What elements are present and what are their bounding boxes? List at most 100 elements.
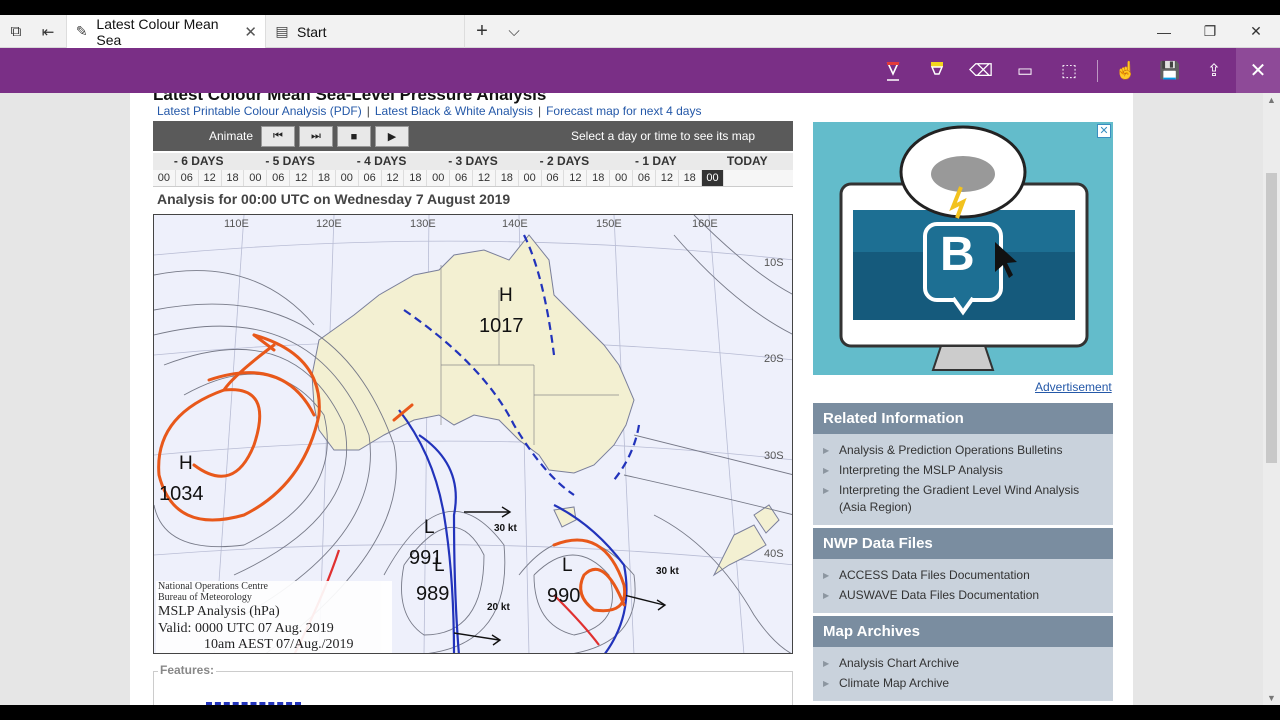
hour-option[interactable]: 12 — [656, 170, 679, 186]
hour-option[interactable]: 12 — [564, 170, 588, 186]
nwp-data-files-panel: NWP Data Files ACCESS Data Files Documen… — [813, 528, 1113, 613]
tab-latest-colour[interactable]: ✎ Latest Colour Mean Sea ✕ — [66, 15, 266, 48]
forecast-map-link[interactable]: Forecast map for next 4 days — [546, 104, 701, 118]
hour-option[interactable]: 00 — [427, 170, 451, 186]
printable-analysis-link[interactable]: Latest Printable Colour Analysis (PDF) — [157, 104, 362, 118]
clip-icon[interactable]: ⬚ — [1047, 48, 1091, 93]
tab-list-button[interactable]: ⌵ — [498, 15, 530, 48]
day-option[interactable]: - 5 DAYS — [244, 153, 335, 170]
panel-header: NWP Data Files — [813, 528, 1113, 559]
new-tab-button[interactable]: + — [466, 15, 498, 48]
restore-button[interactable]: ❐ — [1187, 15, 1233, 48]
save-icon[interactable]: 💾 — [1148, 48, 1192, 93]
tab-start[interactable]: ▤ Start — [267, 15, 465, 48]
start-page-icon: ▤ — [275, 23, 289, 39]
analysis-title: Analysis for 00:00 UTC on Wednesday 7 Au… — [157, 191, 511, 207]
hour-option[interactable]: 00 — [519, 170, 542, 186]
map-archives-panel: Map Archives Analysis Chart Archive Clim… — [813, 616, 1113, 701]
animation-bar: Animate ⏮ ⏭ ■ ▶ Select a day or time to … — [153, 121, 793, 151]
hour-option[interactable]: 18 — [313, 170, 336, 186]
hour-option[interactable]: 06 — [542, 170, 565, 186]
list-item[interactable]: Climate Map Archive — [823, 675, 1103, 692]
longitude-label: 150E — [596, 218, 622, 230]
hour-option[interactable]: 06 — [450, 170, 474, 186]
hour-option[interactable]: 18 — [222, 170, 245, 186]
longitude-label: 110E — [224, 218, 249, 230]
list-item[interactable]: ACCESS Data Files Documentation — [823, 567, 1103, 584]
list-item[interactable]: Analysis & Prediction Operations Bulleti… — [823, 442, 1103, 459]
list-item[interactable]: AUSWAVE Data Files Documentation — [823, 587, 1103, 604]
latitude-label: 10S — [764, 257, 784, 269]
hour-option[interactable]: 12 — [382, 170, 405, 186]
caption-product: MSLP Analysis (hPa) — [158, 604, 280, 619]
touch-writing-icon[interactable]: ☝ — [1104, 48, 1148, 93]
day-option[interactable]: - 6 DAYS — [153, 153, 244, 170]
exit-ink-button[interactable]: ✕ — [1236, 48, 1280, 93]
close-window-button[interactable]: ✕ — [1233, 15, 1279, 48]
hour-option[interactable]: 06 — [267, 170, 291, 186]
hour-option[interactable]: 18 — [587, 170, 611, 186]
hour-option[interactable]: 06 — [359, 170, 382, 186]
black-white-analysis-link[interactable]: Latest Black & White Analysis — [375, 104, 533, 118]
hour-option[interactable]: 06 — [633, 170, 656, 186]
mslp-map[interactable]: 110E 120E 130E 140E 150E 160E 10S 20S 30… — [153, 214, 793, 654]
high-pressure-value: 1017 — [479, 315, 524, 337]
hour-option[interactable]: 00 — [244, 170, 268, 186]
longitude-label: 140E — [502, 218, 528, 230]
panel-header: Related Information — [813, 403, 1113, 434]
ad-close-button[interactable]: ✕ — [1097, 124, 1111, 138]
advertisement[interactable]: B ✕ — [813, 122, 1113, 375]
hour-option[interactable]: 12 — [290, 170, 314, 186]
hour-option[interactable]: 00 — [336, 170, 359, 186]
latitude-label: 30S — [764, 450, 784, 462]
scrollbar-thumb[interactable] — [1266, 173, 1277, 463]
wind-speed-label: 30 kt — [494, 523, 517, 534]
day-option[interactable]: TODAY — [702, 153, 793, 170]
hour-option[interactable]: 00 — [701, 170, 725, 186]
day-option[interactable]: - 4 DAYS — [336, 153, 427, 170]
front-legend-line — [206, 702, 301, 705]
hour-option[interactable]: 12 — [199, 170, 222, 186]
first-frame-button[interactable]: ⏮ — [261, 126, 295, 147]
share-icon[interactable]: ⇪ — [1192, 48, 1236, 93]
day-option[interactable]: - 2 DAYS — [519, 153, 610, 170]
scroll-up-icon[interactable]: ▲ — [1263, 95, 1280, 105]
minimize-button[interactable]: — — [1141, 15, 1187, 48]
day-option[interactable]: - 3 DAYS — [427, 153, 518, 170]
tab-preview-icon[interactable]: ⧉ — [0, 15, 32, 48]
longitude-label: 120E — [316, 218, 342, 230]
set-aside-tabs-icon[interactable]: ⇤ — [32, 15, 64, 48]
eraser-icon[interactable]: ⌫ — [959, 48, 1003, 93]
hour-option[interactable]: 00 — [153, 170, 176, 186]
hour-option[interactable]: 06 — [176, 170, 199, 186]
hour-option[interactable]: 00 — [610, 170, 634, 186]
next-frame-button[interactable]: ⏭ — [299, 126, 333, 147]
stop-button[interactable]: ■ — [337, 126, 371, 147]
advertisement-link[interactable]: Advertisement — [1035, 380, 1112, 394]
play-button[interactable]: ▶ — [375, 126, 409, 147]
day-option[interactable]: - 1 DAY — [610, 153, 701, 170]
add-note-icon[interactable]: ▭ — [1003, 48, 1047, 93]
low-pressure-label: L — [424, 517, 435, 538]
wind-speed-label: 30 kt — [656, 566, 679, 577]
list-item[interactable]: Interpreting the MSLP Analysis — [823, 462, 1103, 479]
hour-option[interactable]: 18 — [404, 170, 428, 186]
ballpoint-pen-icon[interactable] — [871, 48, 915, 93]
page-scrollbar[interactable]: ▲ ▼ — [1263, 93, 1280, 705]
hour-option[interactable]: 18 — [679, 170, 702, 186]
highlighter-icon[interactable] — [915, 48, 959, 93]
list-item[interactable]: Interpreting the Gradient Level Wind Ana… — [823, 482, 1103, 516]
list-item[interactable]: Analysis Chart Archive — [823, 655, 1103, 672]
features-label: Features: — [158, 663, 217, 677]
wind-speed-label: 20 kt — [487, 602, 510, 613]
link-separator: | — [537, 104, 542, 118]
scroll-down-icon[interactable]: ▼ — [1263, 693, 1280, 703]
features-box: Features: — [153, 663, 793, 705]
hour-option[interactable]: 18 — [496, 170, 519, 186]
hour-option[interactable]: 12 — [473, 170, 496, 186]
longitude-label: 160E — [692, 218, 718, 230]
tab-label: Latest Colour Mean Sea — [96, 15, 219, 48]
toolbar-divider — [1097, 60, 1098, 82]
close-tab-icon[interactable]: ✕ — [244, 23, 257, 41]
latitude-label: 40S — [764, 548, 784, 560]
